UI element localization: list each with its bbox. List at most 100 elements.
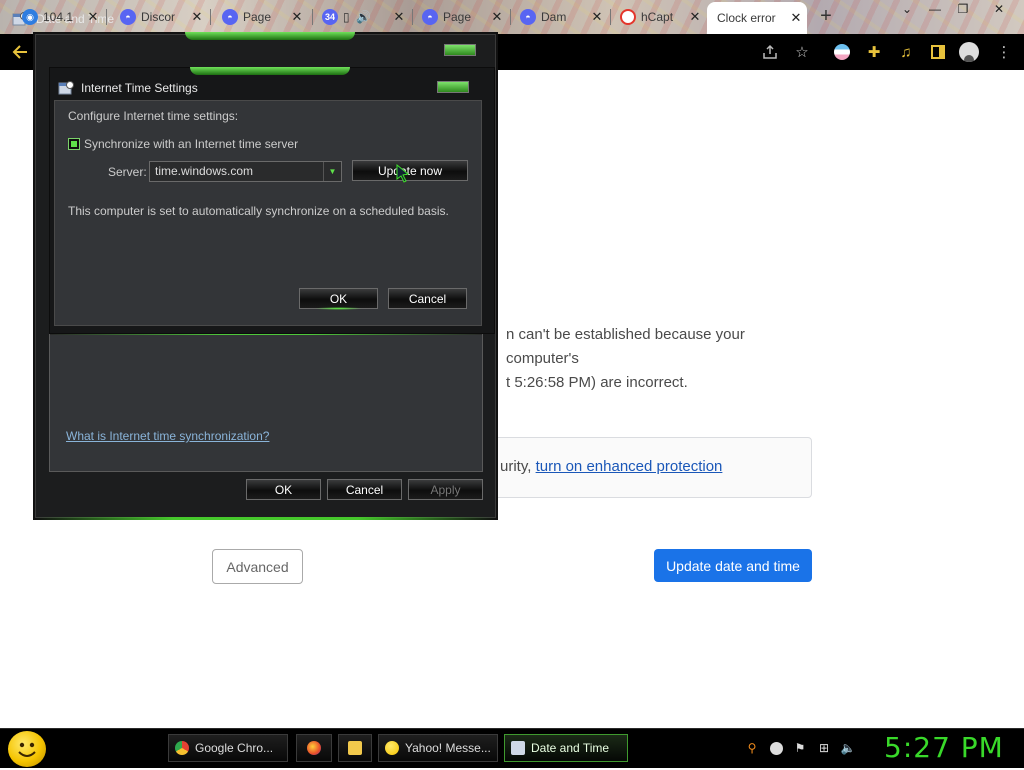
error-description: n can't be established because your comp… xyxy=(506,323,816,395)
dropdown-arrow-icon[interactable]: ▼ xyxy=(323,162,341,181)
folder-icon xyxy=(348,741,362,755)
its-ok-button[interactable]: OK xyxy=(299,288,378,310)
bookmark-star-icon[interactable]: ☆ xyxy=(792,42,812,62)
browser-tab[interactable]: 34 ▯ 🔊 ✕ xyxy=(318,3,410,31)
date-time-icon xyxy=(511,741,525,755)
minimize-button[interactable]: — xyxy=(922,0,948,20)
yahoo-messenger-icon xyxy=(385,741,399,755)
discord-icon: ◓ xyxy=(120,9,136,25)
close-tab-icon[interactable]: ✕ xyxy=(688,9,702,25)
discord-icon: ◓ xyxy=(422,9,438,25)
tab-title: Page xyxy=(443,10,472,24)
taskbar-yahoo-messenger-button[interactable]: Yahoo! Messe... xyxy=(378,734,498,762)
messenger-tray-icon[interactable] xyxy=(768,740,784,756)
browser-tab[interactable]: ◓ Page ✕ xyxy=(218,3,308,31)
tab-title: Dam xyxy=(541,10,567,24)
extension-flag-icon[interactable] xyxy=(832,42,852,62)
close-tab-icon[interactable]: ✕ xyxy=(290,9,304,25)
sync-label: Synchronize with an Internet time server xyxy=(84,137,299,151)
error-line-1: n can't be established because your comp… xyxy=(506,326,745,367)
flag-tray-icon[interactable]: ⚑ xyxy=(792,740,808,756)
advanced-button[interactable]: Advanced xyxy=(212,549,303,584)
error-line-2: t 5:26:58 PM) are incorrect. xyxy=(506,374,688,391)
discord-icon: ◓ xyxy=(520,9,536,25)
its-cancel-button[interactable]: Cancel xyxy=(388,288,467,309)
tab-separator xyxy=(610,9,611,25)
taskbar-explorer-button[interactable] xyxy=(338,734,372,762)
internet-time-help-link[interactable]: What is Internet time synchronization? xyxy=(66,429,269,443)
taskbar-button-label: Google Chro... xyxy=(195,741,274,755)
tab-title: 104.1 xyxy=(43,10,74,24)
share-icon[interactable] xyxy=(760,42,780,62)
new-tab-button[interactable]: + xyxy=(814,5,838,29)
configure-label: Configure Internet time settings: xyxy=(68,109,239,123)
extensions-puzzle-icon[interactable]: ✚ xyxy=(864,42,884,62)
tab-title: Clock error xyxy=(717,11,776,25)
taskbar-button-label: Yahoo! Messe... xyxy=(405,741,491,755)
back-arrow-icon[interactable] xyxy=(10,42,30,62)
browser-tab[interactable]: ◓ Dam ✕ xyxy=(516,3,608,31)
browser-tab-active[interactable]: Clock error ✕ xyxy=(707,2,807,34)
browser-tab[interactable]: ◉ 104.1 ✕ xyxy=(18,3,104,31)
sync-status-text: This computer is set to automatically sy… xyxy=(68,204,449,218)
chrome-icon xyxy=(175,741,189,755)
tab-search-icon[interactable]: ⌄ xyxy=(894,0,920,20)
server-combobox[interactable]: time.windows.com ▼ xyxy=(149,161,342,182)
tab-title: Page xyxy=(243,10,272,24)
enhanced-protection-text: urity, turn on enhanced protection xyxy=(500,458,722,475)
mouse-cursor-icon xyxy=(396,163,410,183)
internet-time-close-button[interactable] xyxy=(437,81,469,93)
firefox-icon xyxy=(307,741,321,755)
browser-tab[interactable]: hCapt ✕ xyxy=(616,3,706,31)
media-control-icon[interactable]: ♫ xyxy=(896,42,916,62)
server-label: Server: xyxy=(108,165,147,179)
taskbar-chrome-button[interactable]: Google Chro... xyxy=(168,734,288,762)
taskbar-date-time-button[interactable]: Date and Time xyxy=(504,734,628,762)
server-value: time.windows.com xyxy=(155,164,254,178)
search-magnifier-icon[interactable]: ⚲ xyxy=(744,740,760,756)
taskbar-clock[interactable]: 5:27 PM xyxy=(884,731,1004,764)
tab-separator xyxy=(106,9,107,25)
close-tab-icon[interactable]: ✕ xyxy=(490,9,504,25)
tab-separator xyxy=(210,9,211,25)
sync-checkbox[interactable] xyxy=(68,138,80,150)
restore-button[interactable]: ❐ xyxy=(950,0,976,20)
network-tray-icon[interactable]: ⊞ xyxy=(816,740,832,756)
browser-tab[interactable]: ◓ Page ✕ xyxy=(418,3,508,31)
location-icon: ◉ xyxy=(22,9,38,25)
hcaptcha-icon xyxy=(620,9,636,25)
close-tab-icon[interactable]: ✕ xyxy=(86,9,100,25)
profile-avatar-icon[interactable] xyxy=(959,42,979,62)
dt-cancel-button[interactable]: Cancel xyxy=(327,479,402,500)
dt-apply-button[interactable]: Apply xyxy=(408,479,483,500)
tab-separator xyxy=(312,9,313,25)
dt-ok-button[interactable]: OK xyxy=(246,479,321,500)
date-and-time-close-button[interactable] xyxy=(444,44,476,56)
close-tab-icon[interactable]: ✕ xyxy=(590,9,604,25)
internet-time-title: Internet Time Settings xyxy=(81,81,198,95)
checkbox-check-icon xyxy=(71,141,77,147)
discord-icon: ◓ xyxy=(222,9,238,25)
date-and-time-panel xyxy=(49,334,483,472)
taskbar-button-label: Date and Time xyxy=(531,741,610,755)
side-panel-icon[interactable] xyxy=(928,42,948,62)
tab-title: hCapt xyxy=(641,10,674,24)
tab-title: Discor xyxy=(141,10,176,24)
calendar-clock-icon xyxy=(58,81,74,95)
tab-title: ▯ 🔊 xyxy=(343,10,372,24)
update-date-time-button[interactable]: Update date and time xyxy=(654,549,812,582)
taskbar-firefox-button[interactable] xyxy=(296,734,332,762)
start-button-smiley-icon[interactable] xyxy=(8,731,46,767)
close-tab-icon[interactable]: ✕ xyxy=(789,10,803,26)
close-tab-icon[interactable]: ✕ xyxy=(190,9,204,25)
enhanced-protection-link[interactable]: turn on enhanced protection xyxy=(536,458,723,475)
internet-time-titlebar: Internet Time Settings xyxy=(58,80,198,96)
volume-tray-icon[interactable]: 🔈 xyxy=(840,740,856,756)
tab-separator xyxy=(412,9,413,25)
enhanced-prefix: urity, xyxy=(500,458,532,475)
close-tab-icon[interactable]: ✕ xyxy=(392,9,406,25)
browser-tab[interactable]: ◓ Discor ✕ xyxy=(116,3,208,31)
close-window-button[interactable]: ✕ xyxy=(986,0,1012,20)
tab-separator xyxy=(510,9,511,25)
menu-kebab-icon[interactable]: ⋮ xyxy=(994,42,1014,62)
